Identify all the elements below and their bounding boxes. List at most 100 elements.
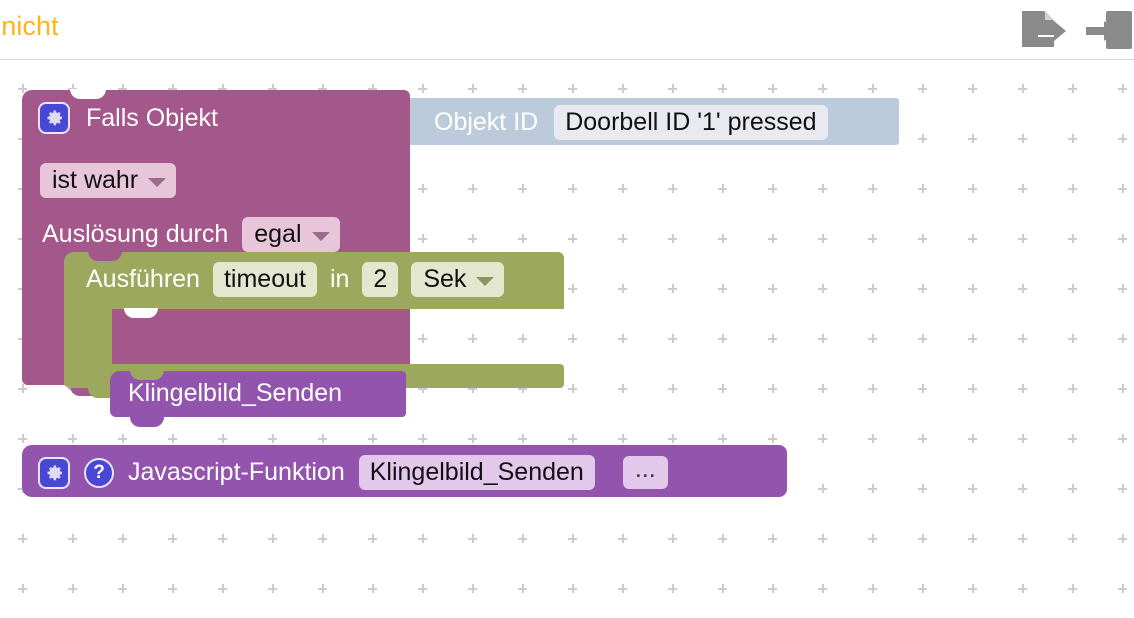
grid-mark bbox=[568, 534, 577, 543]
grid-mark bbox=[968, 434, 977, 443]
grid-mark bbox=[1068, 584, 1077, 593]
grid-mark bbox=[818, 184, 827, 193]
toolbar-icon-group bbox=[1014, 5, 1134, 59]
grid-mark bbox=[768, 84, 777, 93]
grid-mark bbox=[868, 384, 877, 393]
timeout-delay-field[interactable]: 2 bbox=[362, 262, 399, 297]
grid-mark bbox=[468, 534, 477, 543]
import-file-icon[interactable] bbox=[1086, 5, 1134, 59]
grid-mark bbox=[968, 584, 977, 593]
timeout-name-field[interactable]: timeout bbox=[212, 262, 317, 297]
grid-mark bbox=[568, 334, 577, 343]
objekt-id-content: Objekt ID Doorbell ID '1' pressed bbox=[434, 105, 828, 140]
grid-mark bbox=[418, 434, 427, 443]
grid-mark bbox=[968, 534, 977, 543]
grid-mark bbox=[518, 234, 527, 243]
objekt-id-block[interactable]: Objekt ID Doorbell ID '1' pressed bbox=[388, 98, 899, 145]
grid-mark bbox=[1018, 584, 1027, 593]
grid-mark bbox=[1118, 584, 1127, 593]
trigger-dropdown[interactable]: egal bbox=[242, 217, 340, 252]
grid-mark bbox=[718, 84, 727, 93]
grid-mark bbox=[1118, 234, 1127, 243]
timeout-left-arm bbox=[64, 309, 112, 364]
condition-dropdown[interactable]: ist wahr bbox=[40, 163, 177, 198]
grid-mark bbox=[118, 584, 127, 593]
grid-mark bbox=[668, 284, 677, 293]
grid-mark bbox=[468, 584, 477, 593]
function-name-field[interactable]: Klingelbild_Senden bbox=[358, 455, 595, 490]
grid-mark bbox=[918, 134, 927, 143]
grid-mark bbox=[718, 584, 727, 593]
grid-mark bbox=[918, 484, 927, 493]
export-file-icon[interactable] bbox=[1014, 5, 1068, 59]
grid-mark bbox=[1068, 184, 1077, 193]
grid-mark bbox=[1068, 534, 1077, 543]
grid-mark bbox=[218, 584, 227, 593]
grid-mark bbox=[68, 534, 77, 543]
grid-mark bbox=[1118, 384, 1127, 393]
grid-mark bbox=[918, 234, 927, 243]
javascript-funktion-block[interactable]: ? Javascript-Funktion Klingelbild_Senden… bbox=[22, 445, 787, 501]
grid-mark bbox=[1118, 84, 1127, 93]
gear-icon[interactable] bbox=[38, 456, 70, 489]
grid-mark bbox=[1018, 234, 1027, 243]
grid-mark bbox=[168, 584, 177, 593]
grid-mark bbox=[68, 584, 77, 593]
klingelbild-senden-call-block[interactable]: Klingelbild_Senden bbox=[110, 370, 406, 427]
grid-mark bbox=[968, 184, 977, 193]
grid-mark bbox=[768, 184, 777, 193]
grid-mark bbox=[668, 334, 677, 343]
blockly-editor-screen: t nicht bbox=[0, 0, 1134, 618]
grid-mark bbox=[768, 334, 777, 343]
grid-mark bbox=[618, 234, 627, 243]
grid-mark bbox=[418, 584, 427, 593]
grid-mark bbox=[668, 234, 677, 243]
grid-mark bbox=[1118, 134, 1127, 143]
js-block-row: ? Javascript-Funktion Klingelbild_Senden… bbox=[38, 455, 668, 490]
chevron-down-icon bbox=[476, 276, 495, 286]
help-icon[interactable]: ? bbox=[84, 457, 114, 488]
grid-mark bbox=[468, 434, 477, 443]
in-label: in bbox=[329, 265, 350, 293]
grid-mark bbox=[1118, 334, 1127, 343]
workspace-canvas[interactable]: Objekt ID Doorbell ID '1' pressed Falls … bbox=[0, 60, 1134, 618]
grid-mark bbox=[918, 184, 927, 193]
trigger-label: Auslösung durch bbox=[42, 220, 229, 248]
grid-mark bbox=[718, 334, 727, 343]
grid-mark bbox=[568, 184, 577, 193]
trigger-row: Auslösung durch egal bbox=[42, 217, 340, 252]
grid-mark bbox=[268, 584, 277, 593]
grid-mark bbox=[368, 534, 377, 543]
grid-mark bbox=[518, 534, 527, 543]
top-notch bbox=[88, 251, 122, 261]
timeout-unit-dropdown[interactable]: Sek bbox=[411, 262, 505, 297]
grid-mark bbox=[468, 234, 477, 243]
ausfuehren-timeout-block[interactable]: Ausführen timeout in 2 Sek bbox=[64, 251, 564, 398]
grid-mark bbox=[218, 534, 227, 543]
grid-mark bbox=[618, 384, 627, 393]
gear-icon[interactable] bbox=[38, 102, 70, 134]
more-options-button[interactable]: ... bbox=[622, 456, 668, 489]
grid-mark bbox=[868, 184, 877, 193]
grid-mark bbox=[618, 184, 627, 193]
grid-mark bbox=[518, 434, 527, 443]
grid-mark bbox=[468, 84, 477, 93]
objekt-id-value-field[interactable]: Doorbell ID '1' pressed bbox=[554, 105, 828, 140]
grid-mark bbox=[968, 84, 977, 93]
grid-mark bbox=[868, 84, 877, 93]
grid-mark bbox=[1018, 484, 1027, 493]
grid-mark bbox=[318, 434, 327, 443]
grid-mark bbox=[818, 84, 827, 93]
grid-mark bbox=[418, 234, 427, 243]
grid-mark bbox=[918, 284, 927, 293]
grid-mark bbox=[1068, 384, 1077, 393]
timeout-unit-label: Sek bbox=[423, 265, 467, 293]
grid-mark bbox=[968, 234, 977, 243]
grid-mark bbox=[668, 384, 677, 393]
grid-mark bbox=[868, 284, 877, 293]
grid-mark bbox=[868, 234, 877, 243]
grid-mark bbox=[918, 534, 927, 543]
grid-mark bbox=[68, 434, 77, 443]
grid-mark bbox=[818, 484, 827, 493]
grid-mark bbox=[768, 534, 777, 543]
